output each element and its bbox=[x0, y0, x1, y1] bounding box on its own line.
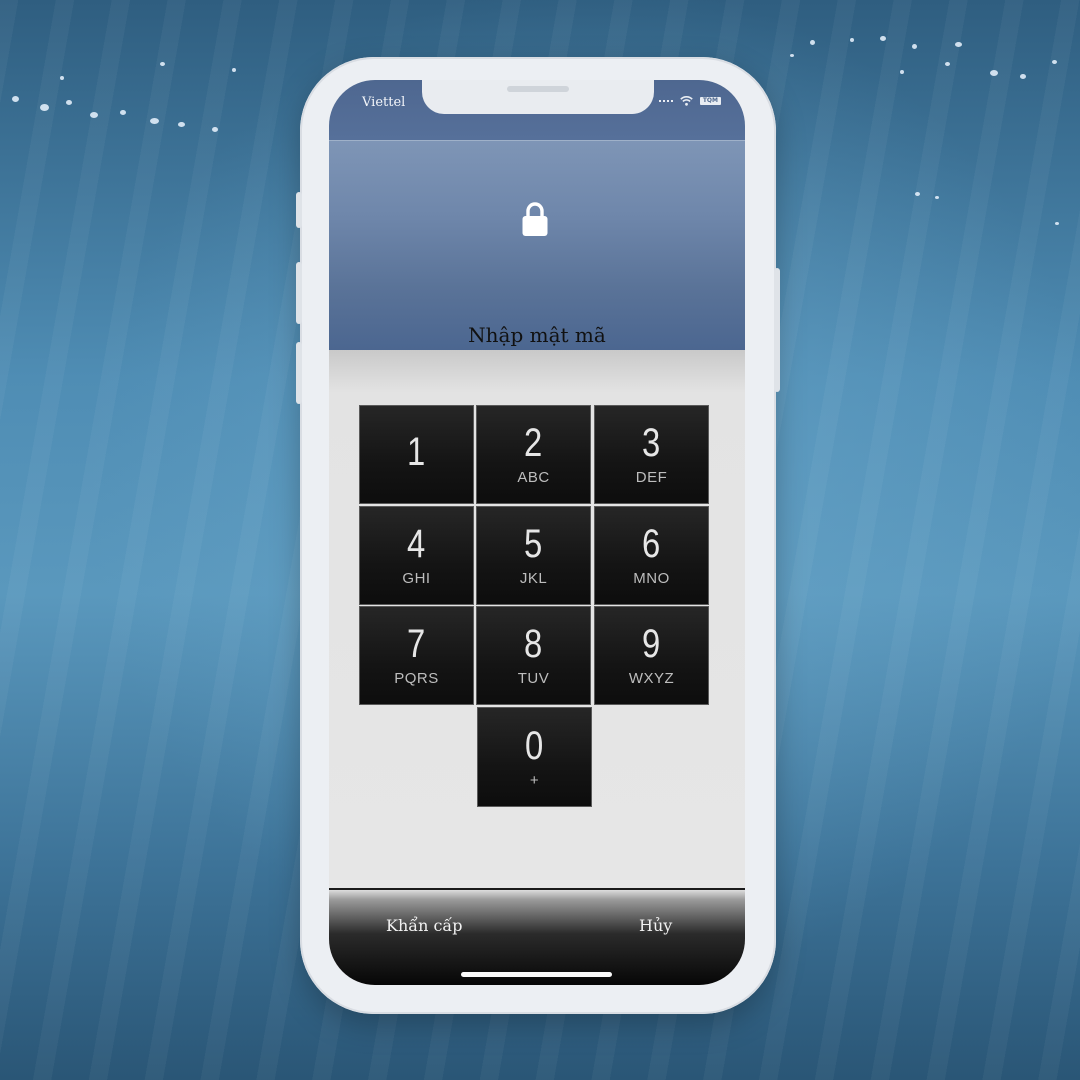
key-number: 2 bbox=[524, 421, 543, 465]
phone-screen: Viettel TQM Nhập mật mã 1 2 ABC 3 DEF 4 … bbox=[329, 80, 745, 985]
status-icons: TQM bbox=[658, 96, 721, 106]
keypad-key-0[interactable]: 0 + bbox=[477, 707, 592, 807]
carrier-label: Viettel bbox=[362, 95, 406, 110]
lock-icon bbox=[522, 202, 548, 236]
wifi-icon bbox=[680, 96, 693, 106]
passcode-title: Nhập mật mã bbox=[468, 323, 606, 347]
key-letters: + bbox=[529, 771, 540, 789]
phone-mute-switch bbox=[296, 192, 302, 228]
keypad-key-8[interactable]: 8 TUV bbox=[476, 606, 591, 705]
key-number: 4 bbox=[407, 522, 426, 566]
key-letters: ABC bbox=[517, 469, 550, 486]
phone-volume-down-button bbox=[296, 342, 302, 404]
phone-volume-up-button bbox=[296, 262, 302, 324]
passcode-header: Nhập mật mã bbox=[329, 140, 745, 380]
signal-icon bbox=[658, 100, 673, 102]
key-letters: TUV bbox=[517, 670, 550, 687]
battery-badge: TQM bbox=[699, 97, 721, 105]
key-letters: GHI bbox=[402, 570, 431, 587]
emergency-button[interactable]: Khẩn cấp bbox=[386, 916, 462, 935]
key-number: 5 bbox=[524, 522, 543, 566]
phone-power-button bbox=[774, 268, 780, 392]
bottom-bar: Khẩn cấp Hủy bbox=[329, 888, 745, 985]
cancel-button[interactable]: Hủy bbox=[639, 916, 672, 935]
keypad-key-5[interactable]: 5 JKL bbox=[476, 506, 591, 605]
key-number: 6 bbox=[642, 522, 661, 566]
key-letters: JKL bbox=[519, 570, 548, 587]
notch bbox=[422, 80, 654, 114]
key-number: 7 bbox=[407, 622, 426, 666]
key-letters: MNO bbox=[633, 570, 670, 587]
key-number: 0 bbox=[525, 723, 544, 768]
speaker-grille bbox=[507, 86, 569, 92]
key-number: 3 bbox=[642, 421, 661, 465]
status-bar: Viettel TQM bbox=[329, 80, 745, 140]
keypad-key-4[interactable]: 4 GHI bbox=[359, 506, 474, 605]
key-number: 9 bbox=[642, 622, 661, 666]
key-letters: WXYZ bbox=[628, 670, 675, 687]
keypad-key-3[interactable]: 3 DEF bbox=[594, 405, 709, 504]
home-indicator[interactable] bbox=[461, 972, 612, 977]
keypad-key-1[interactable]: 1 bbox=[359, 405, 474, 504]
keypad-area: 1 2 ABC 3 DEF 4 GHI 5 JKL 6 MNO 7 PQRS 8 bbox=[329, 350, 745, 888]
key-letters: PQRS bbox=[394, 670, 439, 687]
key-letters: DEF bbox=[635, 469, 668, 486]
key-number: 8 bbox=[524, 622, 543, 666]
keypad-key-7[interactable]: 7 PQRS bbox=[359, 606, 474, 705]
key-number: 1 bbox=[407, 429, 426, 474]
keypad-key-6[interactable]: 6 MNO bbox=[594, 506, 709, 605]
keypad-key-2[interactable]: 2 ABC bbox=[476, 405, 591, 504]
keypad-key-9[interactable]: 9 WXYZ bbox=[594, 606, 709, 705]
